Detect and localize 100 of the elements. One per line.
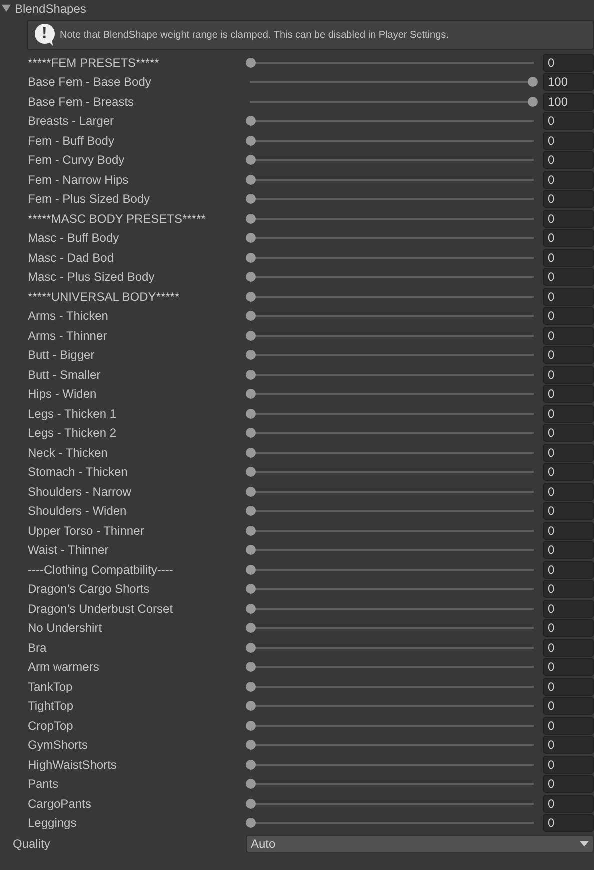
slider-thumb[interactable] [246, 174, 256, 185]
value-field[interactable]: 0 [543, 580, 594, 598]
value-field[interactable]: 0 [543, 151, 594, 170]
blendshape-label: Fem - Narrow Hips [28, 172, 130, 189]
value-field[interactable]: 0 [543, 54, 594, 72]
slider-thumb[interactable] [246, 116, 256, 126]
slider-thumb[interactable] [246, 272, 256, 282]
slider-thumb[interactable] [246, 428, 256, 438]
slider-thumb[interactable] [246, 662, 256, 672]
value-field[interactable]: 0 [543, 697, 594, 716]
slider-thumb[interactable] [246, 818, 256, 828]
value-field[interactable]: 0 [543, 112, 594, 130]
slider-thumb[interactable] [246, 467, 256, 478]
value-field[interactable]: 0 [543, 638, 594, 657]
value-field[interactable]: 0 [543, 522, 594, 540]
value-field[interactable]: 0 [543, 502, 594, 520]
slider-thumb[interactable] [246, 311, 256, 322]
value-field[interactable]: 0 [543, 736, 594, 754]
blendshape-label: Butt - Smaller [28, 366, 102, 384]
slider-thumb[interactable] [246, 760, 256, 770]
slider-thumb[interactable] [246, 486, 256, 497]
value-field[interactable]: 0 [543, 366, 594, 384]
blendshape-label: CropTop [28, 718, 74, 735]
slider-thumb[interactable] [246, 545, 256, 556]
slider-thumb[interactable] [528, 77, 538, 88]
blendshape-label: HighWaistShorts [28, 756, 118, 774]
slider-thumb[interactable] [246, 642, 256, 653]
slider-thumb[interactable] [246, 506, 256, 516]
blendshape-label: *****UNIVERSAL BODY***** [28, 288, 181, 306]
slider-thumb[interactable] [246, 408, 256, 419]
slider-thumb[interactable] [246, 389, 256, 400]
blendshape-label: Masc - Buff Body [28, 230, 120, 248]
slider-thumb[interactable] [246, 623, 256, 634]
value-field[interactable]: 0 [543, 775, 594, 794]
value-field[interactable]: 0 [543, 560, 594, 579]
value-field[interactable]: 0 [543, 482, 594, 501]
value-field[interactable]: 0 [543, 424, 594, 442]
slider-thumb[interactable] [246, 252, 256, 263]
slider-thumb[interactable] [246, 330, 256, 341]
quality-dropdown[interactable]: Auto [246, 835, 594, 853]
slider-thumb[interactable] [246, 233, 256, 244]
slider-thumb[interactable] [528, 96, 538, 107]
slider-thumb[interactable] [246, 740, 256, 750]
value-field[interactable]: 0 [543, 600, 594, 618]
slider-thumb[interactable] [246, 584, 256, 594]
slider-thumb[interactable] [246, 350, 256, 360]
blendshape-label: TankTop [28, 678, 74, 696]
blendshape-label: Pants [28, 776, 60, 794]
slider-thumb[interactable] [246, 136, 256, 146]
value-field[interactable]: 0 [543, 463, 594, 482]
value-field[interactable]: 0 [543, 170, 594, 189]
value-field[interactable]: 0 [543, 132, 594, 150]
value-field[interactable]: 100 [543, 92, 594, 111]
value-field[interactable]: 0 [543, 678, 594, 696]
foldout-arrow-icon[interactable] [2, 4, 11, 13]
slider-thumb[interactable] [246, 155, 256, 166]
value-field[interactable]: 0 [543, 716, 594, 735]
slider-thumb[interactable] [246, 564, 256, 575]
value-field[interactable]: 0 [543, 307, 594, 326]
slider-thumb[interactable] [246, 58, 256, 68]
value-field[interactable]: 0 [543, 326, 594, 345]
value-field[interactable]: 0 [543, 541, 594, 560]
value-field[interactable]: 0 [543, 658, 594, 676]
slider-thumb[interactable] [246, 194, 256, 204]
slider-thumb[interactable] [246, 604, 256, 614]
slider-thumb[interactable] [246, 701, 256, 712]
slider-thumb[interactable] [246, 682, 256, 692]
value-field[interactable]: 0 [543, 404, 594, 423]
blendshape-label: Legs - Thicken 2 [28, 425, 118, 442]
slider-thumb[interactable] [246, 214, 256, 224]
value-field[interactable]: 0 [543, 444, 594, 462]
slider-thumb[interactable] [246, 779, 256, 790]
slider-thumb[interactable] [246, 370, 256, 380]
blendshape-label: Base Fem - Breasts [28, 94, 136, 111]
slider-thumb[interactable] [246, 292, 256, 302]
value-field[interactable]: 0 [543, 619, 594, 638]
value-field[interactable]: 0 [543, 248, 594, 267]
value-field[interactable]: 100 [543, 73, 594, 92]
value-field[interactable]: 0 [543, 210, 594, 228]
slider-thumb[interactable] [246, 526, 256, 536]
value-field[interactable]: 0 [543, 346, 594, 364]
slider-thumb[interactable] [246, 448, 256, 458]
blendshape-label: Upper Torso - Thinner [28, 522, 146, 540]
value-field[interactable]: 0 [543, 288, 594, 306]
value-field[interactable]: 0 [543, 756, 594, 774]
blendshape-label: Fem - Curvy Body [28, 152, 126, 170]
slider-thumb[interactable] [246, 798, 256, 809]
blendshape-label: Stomach - Thicken [28, 464, 129, 482]
warning-icon: ! [34, 23, 56, 47]
slider-thumb[interactable] [246, 720, 256, 731]
value-field[interactable]: 0 [543, 794, 594, 813]
blendshape-label: Dragon's Underbust Corset [28, 600, 174, 618]
value-field[interactable]: 0 [543, 814, 594, 832]
value-field[interactable]: 0 [543, 190, 594, 208]
blendshape-label: TightTop [28, 698, 75, 716]
section-title[interactable]: BlendShapes [15, 0, 86, 18]
value-field[interactable]: 0 [543, 385, 594, 404]
value-field[interactable]: 0 [543, 229, 594, 248]
value-field[interactable]: 0 [543, 268, 594, 286]
blendshape-label: Masc - Dad Bod [28, 250, 116, 267]
